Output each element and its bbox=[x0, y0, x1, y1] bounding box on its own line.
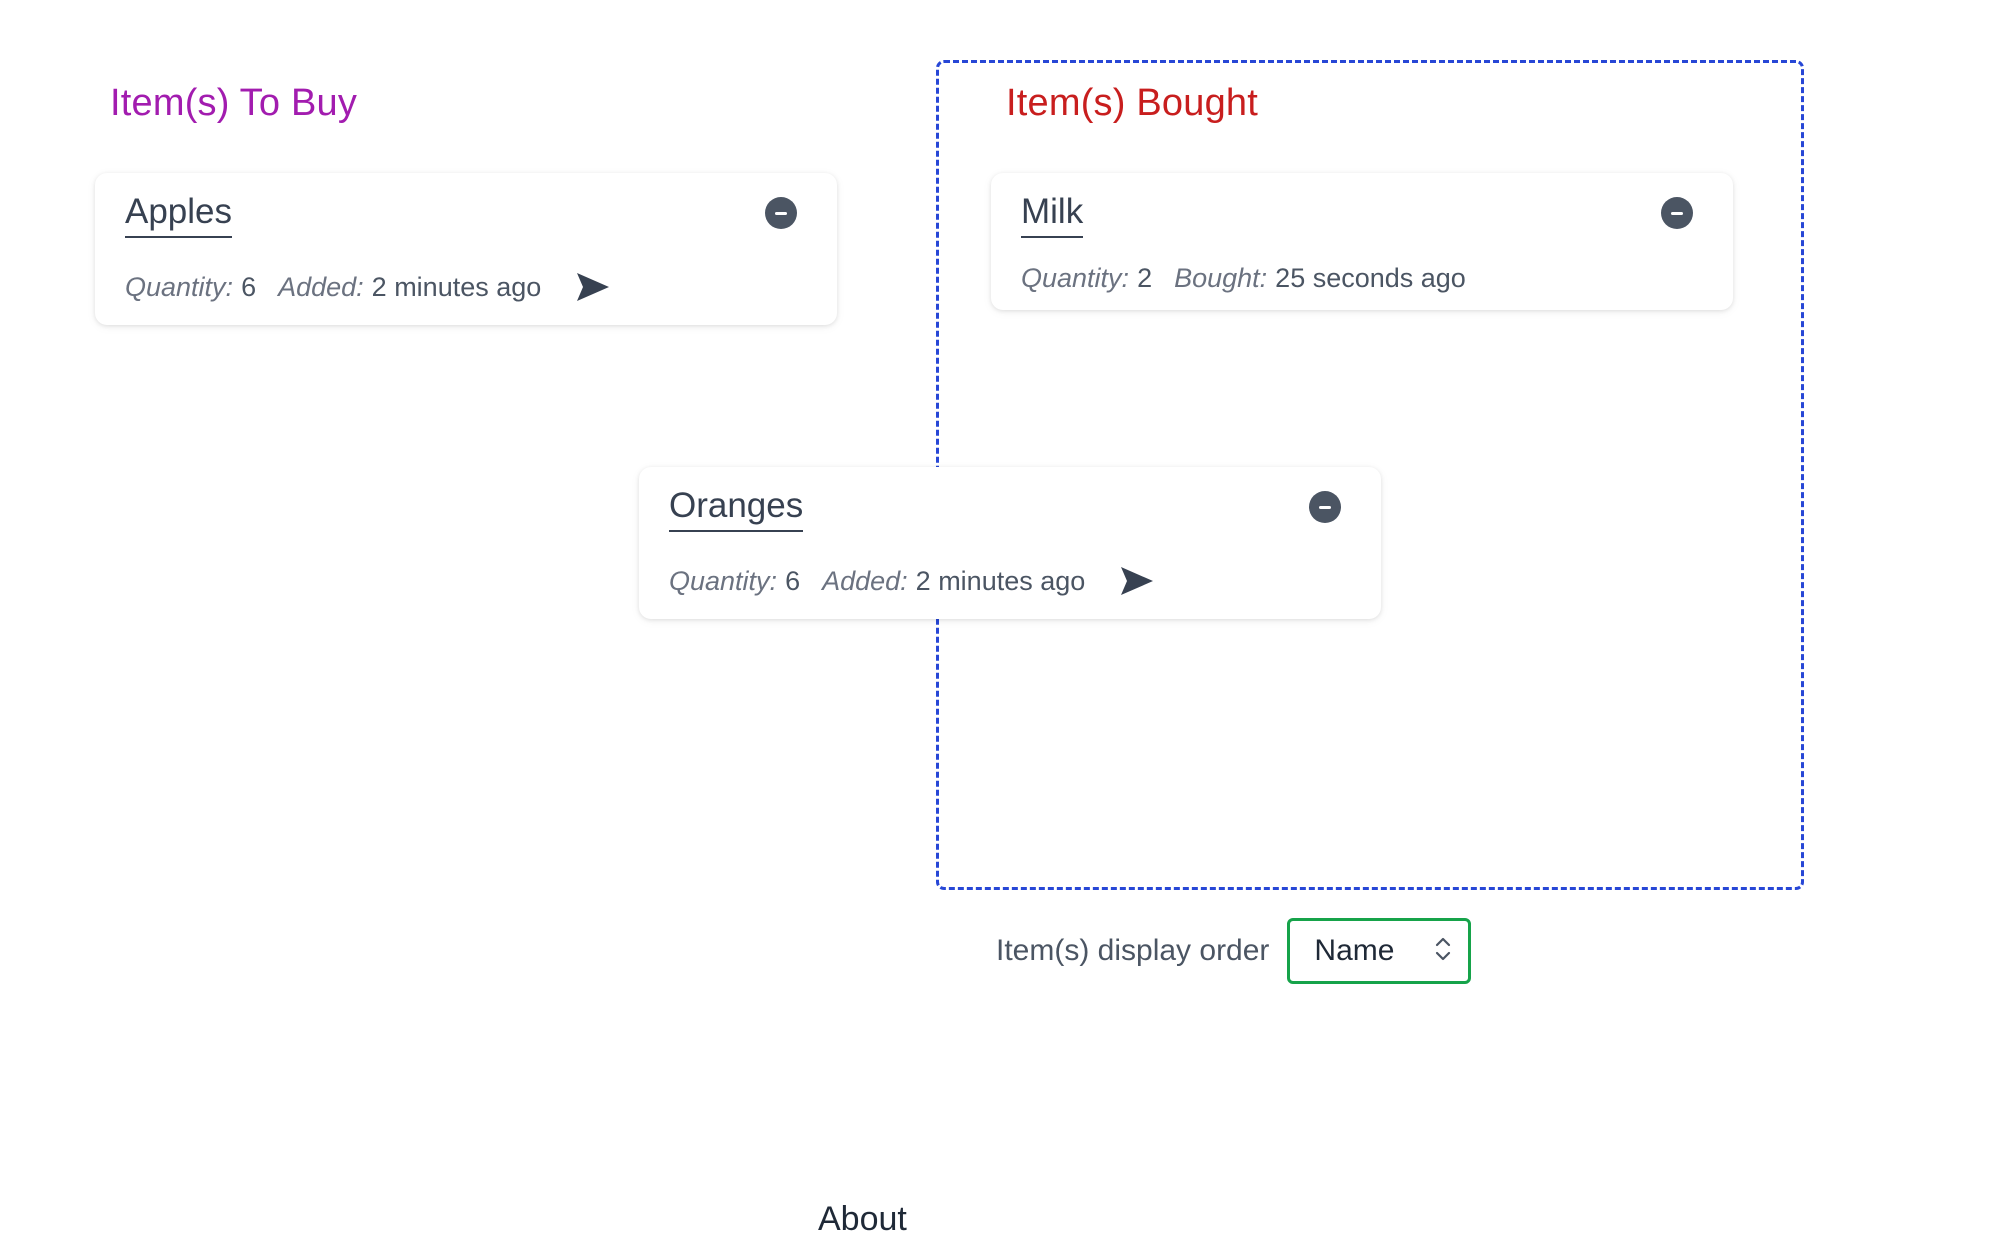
item-card-apples[interactable]: Apples Quantity: 6 Added: 2 minutes ago bbox=[95, 173, 837, 325]
item-card-oranges-dragging[interactable]: Oranges Quantity: 6 Added: 2 minutes ago bbox=[639, 467, 1381, 619]
item-meta: Quantity: 6 Added: 2 minutes ago bbox=[669, 565, 1155, 597]
send-icon[interactable] bbox=[1119, 565, 1155, 597]
chevron-up-down-icon bbox=[1434, 935, 1452, 968]
quantity-value: 6 bbox=[241, 271, 257, 302]
display-order-row: Item(s) display order Name bbox=[996, 918, 1472, 984]
item-name[interactable]: Oranges bbox=[669, 486, 804, 532]
about-link[interactable]: About bbox=[818, 1200, 907, 1239]
added-label: Added: bbox=[822, 565, 908, 596]
bought-value: 25 seconds ago bbox=[1275, 263, 1466, 293]
item-meta: Quantity: 6 Added: 2 minutes ago bbox=[125, 271, 611, 303]
quantity-value: 6 bbox=[785, 565, 801, 596]
item-card-milk[interactable]: Milk Quantity: 2 Bought: 25 seconds ago bbox=[991, 173, 1733, 310]
item-name[interactable]: Milk bbox=[1021, 192, 1084, 238]
send-icon[interactable] bbox=[575, 271, 611, 303]
quantity-label: Quantity: bbox=[669, 565, 778, 596]
display-order-value: Name bbox=[1314, 934, 1395, 967]
quantity-value: 2 bbox=[1137, 263, 1153, 293]
display-order-select[interactable]: Name bbox=[1287, 918, 1472, 984]
to-buy-title: Item(s) To Buy bbox=[110, 82, 358, 124]
added-label: Added: bbox=[278, 271, 364, 302]
quantity-label: Quantity: bbox=[1021, 263, 1130, 293]
added-value: 2 minutes ago bbox=[915, 565, 1086, 596]
item-meta: Quantity: 2 Bought: 25 seconds ago bbox=[1021, 263, 1488, 294]
remove-icon[interactable] bbox=[765, 197, 797, 229]
shopping-list-page: Item(s) To Buy Item(s) Bought Apples Qua… bbox=[0, 0, 1992, 1252]
bought-title: Item(s) Bought bbox=[1006, 82, 1259, 124]
item-name[interactable]: Apples bbox=[125, 192, 233, 238]
display-order-label: Item(s) display order bbox=[996, 934, 1270, 967]
remove-icon[interactable] bbox=[1309, 491, 1341, 523]
quantity-label: Quantity: bbox=[125, 271, 234, 302]
remove-icon[interactable] bbox=[1661, 197, 1693, 229]
bought-label: Bought: bbox=[1174, 263, 1268, 293]
added-value: 2 minutes ago bbox=[371, 271, 542, 302]
